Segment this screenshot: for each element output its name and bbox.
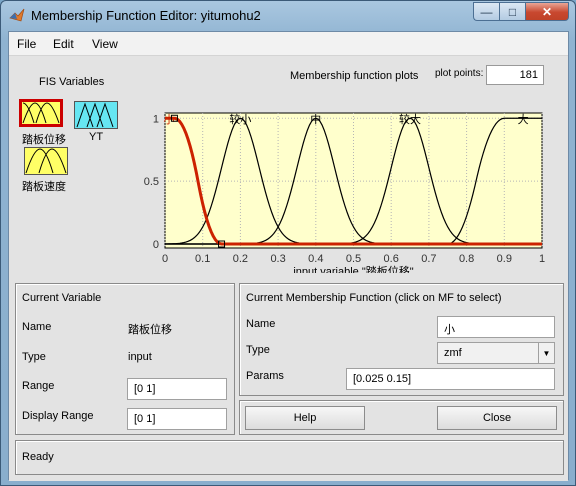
variable-type-label: Type [22,351,46,363]
mf-name-label: 较大 [399,112,421,126]
mf-name-label: 中 [310,113,321,126]
x-axis-label: input variable "踏板位移" [293,264,413,273]
x-tick-label: 0.9 [497,253,512,265]
mf-name-label: 大 [518,112,529,126]
range-input[interactable]: [0 1] [127,378,227,400]
dropdown-arrow-icon[interactable]: ▼ [538,343,554,363]
mf-name-input[interactable]: 小 [437,316,555,338]
current-mf-title: Current Membership Function (click on MF… [246,292,502,304]
current-mf-panel: Current Membership Function (click on MF… [239,283,564,396]
x-tick-label: 0.6 [384,253,399,265]
matlab-icon [9,8,25,22]
y-tick-label: 0.5 [144,176,159,188]
x-tick-label: 0.4 [308,253,323,265]
variable-name-label: Name [22,321,52,333]
mf-type-select[interactable]: zmf ▼ [437,342,555,364]
client-area: File Edit View FIS Variables 踏板位移 YT 踏板速… [8,31,569,481]
mf-params-input[interactable]: [0.025 0.15] [346,368,555,390]
mf-name-label: 较小 [229,112,251,126]
variable-name-value: 踏板位移 [128,324,172,336]
close-button[interactable]: Close [437,406,557,430]
menu-view[interactable]: View [92,37,118,51]
x-tick-label: 0.1 [195,253,210,265]
membership-function-chart[interactable]: 0 0.1 0.2 0.3 0.4 0.5 0.6 0.7 0.8 0.9 1 0 0.5 1 input … [9,56,568,273]
x-tick-label: 0 [162,253,168,265]
button-panel: Help Close [239,400,564,435]
x-tick-label: 0.7 [421,253,436,265]
maximize-button[interactable]: □ [499,2,525,21]
x-tick-label: 0.5 [346,253,361,265]
current-variable-title: Current Variable [22,292,102,304]
display-range-label: Display Range [22,410,94,422]
mf-type-value: zmf [444,347,462,359]
mf-params-label: Params [246,370,284,382]
help-button[interactable]: Help [245,406,365,430]
current-variable-panel: Current Variable Name 踏板位移 Type input Ra… [15,283,235,435]
close-window-button[interactable]: ✕ [525,2,569,21]
status-text: Ready [22,451,54,463]
menu-edit[interactable]: Edit [53,37,74,51]
mf-name-label: Name [246,318,276,330]
status-panel: Ready [15,440,564,475]
x-tick-label: 0.3 [270,253,285,265]
mf-type-label: Type [246,344,270,356]
x-tick-label: 0.2 [233,253,248,265]
range-label: Range [22,380,55,392]
y-tick-label: 1 [153,113,159,125]
bottom-panel: Current Variable Name 踏板位移 Type input Ra… [9,273,568,481]
display-range-input[interactable]: [0 1] [127,408,227,430]
minimize-button[interactable]: — [473,2,499,21]
menu-bar: File Edit View [9,32,568,56]
y-tick-label: 0 [153,239,159,251]
top-panel: FIS Variables 踏板位移 YT 踏板速度 Membership fu… [9,56,568,273]
x-tick-label: 1 [539,253,545,265]
x-tick-label: 0.8 [459,253,474,265]
window-title: Membership Function Editor: yitumohu2 [31,8,261,23]
menu-file[interactable]: File [17,37,36,51]
title-bar[interactable]: Membership Function Editor: yitumohu2 — … [1,1,575,31]
variable-type-value: input [128,351,152,363]
app-window: Membership Function Editor: yitumohu2 — … [0,0,576,486]
